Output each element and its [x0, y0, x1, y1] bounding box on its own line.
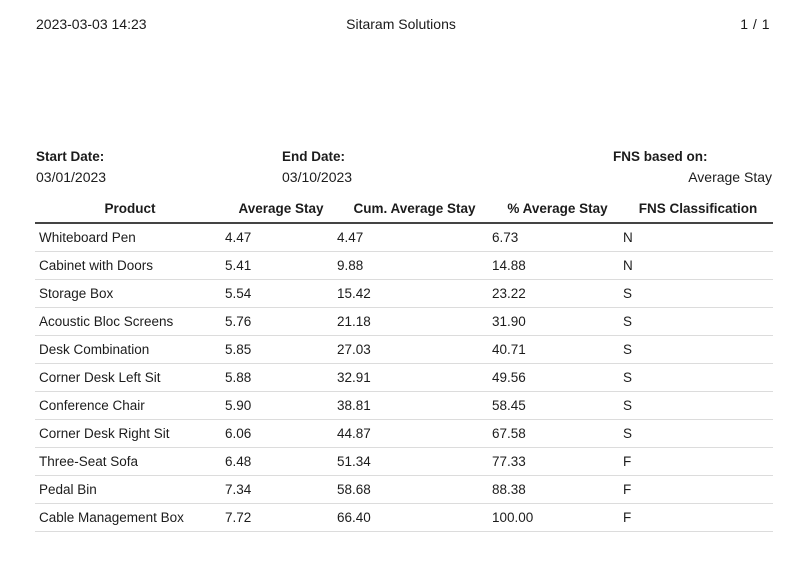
- percent-average-stay-cell: 40.71: [492, 335, 623, 364]
- fns-classification-cell: S: [623, 419, 773, 448]
- product-cell: Desk Combination: [35, 335, 225, 364]
- percent-average-stay-cell: 77.33: [492, 447, 623, 476]
- product-cell: Cable Management Box: [35, 503, 225, 532]
- cum-average-stay-cell: 27.03: [337, 335, 492, 364]
- average-stay-cell: 6.48: [225, 447, 337, 476]
- fns-classification-cell: S: [623, 279, 773, 308]
- table-row: Cabinet with Doors 5.41 9.88 14.88 N: [35, 251, 773, 280]
- fns-classification-cell: N: [623, 223, 773, 252]
- cum-average-stay-cell: 58.68: [337, 475, 492, 504]
- product-cell: Storage Box: [35, 279, 225, 308]
- average-stay-cell: 4.47: [225, 223, 337, 252]
- column-header-cum-average-stay: Cum. Average Stay: [337, 195, 492, 224]
- start-date-label: Start Date:: [36, 149, 105, 164]
- product-cell: Conference Chair: [35, 391, 225, 420]
- fns-classification-cell: F: [623, 503, 773, 532]
- table-row: Corner Desk Right Sit 6.06 44.87 67.58 S: [35, 419, 773, 448]
- fns-classification-cell: N: [623, 251, 773, 280]
- fns-classification-cell: S: [623, 335, 773, 364]
- column-header-product: Product: [35, 195, 225, 224]
- column-header-average-stay: Average Stay: [225, 195, 337, 224]
- average-stay-cell: 5.76: [225, 307, 337, 336]
- company-name: Sitaram Solutions: [346, 16, 456, 32]
- average-stay-cell: 5.85: [225, 335, 337, 364]
- percent-average-stay-cell: 88.38: [492, 475, 623, 504]
- fns-basis-value: Average Stay: [688, 169, 772, 185]
- fns-classification-cell: S: [623, 391, 773, 420]
- percent-average-stay-cell: 49.56: [492, 363, 623, 392]
- product-cell: Cabinet with Doors: [35, 251, 225, 280]
- percent-average-stay-cell: 14.88: [492, 251, 623, 280]
- fns-classification-cell: F: [623, 475, 773, 504]
- average-stay-cell: 5.41: [225, 251, 337, 280]
- start-date-value: 03/01/2023: [36, 169, 107, 185]
- cum-average-stay-cell: 15.42: [337, 279, 492, 308]
- table-row: Desk Combination 5.85 27.03 40.71 S: [35, 335, 773, 364]
- cum-average-stay-cell: 9.88: [337, 251, 492, 280]
- fns-classification-cell: F: [623, 447, 773, 476]
- table-row: Acoustic Bloc Screens 5.76 21.18 31.90 S: [35, 307, 773, 336]
- table-row: Conference Chair 5.90 38.81 58.45 S: [35, 391, 773, 420]
- end-date-label: End Date:: [282, 149, 346, 164]
- cum-average-stay-cell: 38.81: [337, 391, 492, 420]
- percent-average-stay-cell: 67.58: [492, 419, 623, 448]
- product-cell: Whiteboard Pen: [35, 223, 225, 252]
- average-stay-cell: 7.34: [225, 475, 337, 504]
- cum-average-stay-cell: 51.34: [337, 447, 492, 476]
- table-row: Cable Management Box 7.72 66.40 100.00 F: [35, 503, 773, 532]
- cum-average-stay-cell: 32.91: [337, 363, 492, 392]
- average-stay-cell: 6.06: [225, 419, 337, 448]
- table-row: Whiteboard Pen 4.47 4.47 6.73 N: [35, 223, 773, 252]
- cum-average-stay-cell: 4.47: [337, 223, 492, 252]
- column-header-percent-average-stay: % Average Stay: [492, 195, 623, 224]
- table-body: Whiteboard Pen 4.47 4.47 6.73 N Cabinet with …: [35, 223, 773, 532]
- percent-average-stay-cell: 23.22: [492, 279, 623, 308]
- product-cell: Three-Seat Sofa: [35, 447, 225, 476]
- fns-classification-cell: S: [623, 307, 773, 336]
- table-header-row: Product Average Stay Cum. Average Stay %…: [35, 195, 773, 224]
- table-row: Storage Box 5.54 15.42 23.22 S: [35, 279, 773, 308]
- page-number: 1 / 1: [740, 16, 770, 32]
- product-cell: Corner Desk Left Sit: [35, 363, 225, 392]
- product-cell: Corner Desk Right Sit: [35, 419, 225, 448]
- product-cell: Acoustic Bloc Screens: [35, 307, 225, 336]
- average-stay-cell: 5.88: [225, 363, 337, 392]
- average-stay-cell: 5.54: [225, 279, 337, 308]
- column-header-fns-classification: FNS Classification: [623, 195, 773, 224]
- average-stay-cell: 5.90: [225, 391, 337, 420]
- cum-average-stay-cell: 44.87: [337, 419, 492, 448]
- table-row: Three-Seat Sofa 6.48 51.34 77.33 F: [35, 447, 773, 476]
- product-cell: Pedal Bin: [35, 475, 225, 504]
- fns-classification-cell: S: [623, 363, 773, 392]
- cum-average-stay-cell: 66.40: [337, 503, 492, 532]
- fns-report-table: Product Average Stay Cum. Average Stay %…: [35, 195, 773, 532]
- end-date-value: 03/10/2023: [282, 169, 353, 185]
- percent-average-stay-cell: 31.90: [492, 307, 623, 336]
- table-row: Pedal Bin 7.34 58.68 88.38 F: [35, 475, 773, 504]
- percent-average-stay-cell: 100.00: [492, 503, 623, 532]
- average-stay-cell: 7.72: [225, 503, 337, 532]
- fns-basis-label: FNS based on:: [613, 149, 708, 164]
- percent-average-stay-cell: 58.45: [492, 391, 623, 420]
- percent-average-stay-cell: 6.73: [492, 223, 623, 252]
- table-row: Corner Desk Left Sit 5.88 32.91 49.56 S: [35, 363, 773, 392]
- cum-average-stay-cell: 21.18: [337, 307, 492, 336]
